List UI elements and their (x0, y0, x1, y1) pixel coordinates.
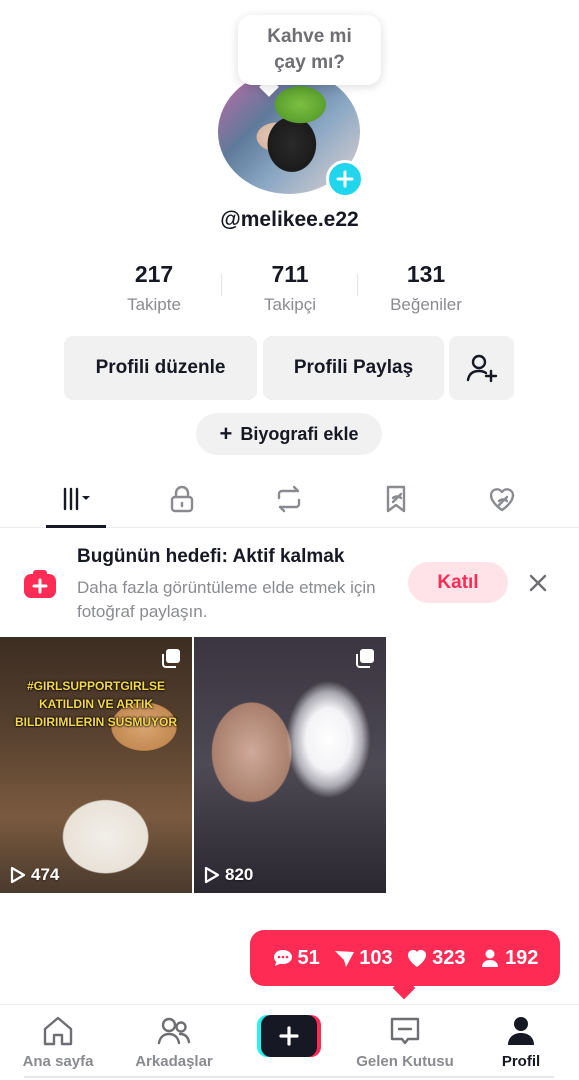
stat-followers[interactable]: 711 Takipçi (222, 258, 358, 322)
inbox-icon (390, 1017, 420, 1045)
tab-videos[interactable] (36, 470, 116, 528)
profile-stats: 217 Takipte 711 Takipçi 131 Beğeniler (86, 258, 494, 322)
nav-profile-label: Profil (501, 1053, 541, 1070)
comment-count: 51 (297, 946, 320, 969)
note-line-2: çay mı? (274, 52, 345, 73)
like-count: 323 (432, 946, 466, 969)
add-avatar-icon[interactable] (326, 160, 364, 198)
video-caption: #GIRLSUPPORTGIRLSE KATILDIN VE ARTIK BIL… (15, 679, 177, 729)
tab-private[interactable] (142, 470, 222, 528)
add-user-icon (466, 354, 497, 383)
repost-icon (277, 485, 301, 513)
plus-icon: + (219, 421, 233, 446)
followers-count: 711 (271, 261, 309, 287)
create-button-face (261, 1015, 317, 1057)
video-views: 820 (202, 865, 253, 885)
photo-carousel-icon (356, 649, 374, 668)
tab-active-indicator (46, 525, 106, 528)
likes-label: Beğeniler (390, 295, 462, 314)
share-count: 103 (359, 946, 393, 969)
follower-count: 192 (505, 946, 539, 969)
play-icon (204, 866, 220, 884)
profile-note-bubble[interactable]: Kahve mi çay mı? (238, 15, 381, 85)
plus-icon (279, 1026, 299, 1046)
nav-home[interactable]: Ana sayfa (0, 1013, 116, 1077)
notif-shares: 103 (333, 946, 393, 970)
video-grid: #GIRLSUPPORTGIRLSE KATILDIN VE ARTIK BIL… (0, 637, 579, 893)
bookmark-hidden-icon (386, 485, 406, 513)
username: @melikee.e22 (220, 208, 359, 231)
tab-liked[interactable] (462, 470, 542, 528)
likes-count: 131 (406, 261, 446, 287)
daily-goal-banner: Bugünün hedefi: Aktif kalmak Daha fazla … (0, 530, 579, 636)
home-icon (43, 1016, 73, 1046)
nav-inbox[interactable]: Gelen Kutusu (347, 1013, 463, 1077)
stat-following[interactable]: 217 Takipte (86, 258, 222, 322)
add-bio-button[interactable]: + Biyografi ekle (196, 413, 382, 455)
stat-likes[interactable]: 131 Beğeniler (358, 258, 494, 322)
followers-label: Takipçi (264, 295, 316, 314)
home-indicator (24, 1076, 554, 1078)
join-goal-button[interactable]: Katıl (408, 562, 508, 603)
following-label: Takipte (127, 295, 181, 314)
view-count: 474 (31, 865, 60, 884)
friends-icon (157, 1017, 191, 1045)
following-count: 217 (134, 261, 174, 287)
camera-plus-icon (24, 570, 56, 598)
profile-tabs (0, 470, 579, 528)
share-profile-button[interactable]: Profili Paylaş (263, 336, 444, 400)
note-line-1: Kahve mi (267, 26, 352, 47)
photo-carousel-icon (162, 649, 180, 668)
videos-grid-icon (63, 487, 90, 511)
nav-profile[interactable]: Profil (463, 1013, 579, 1077)
send-icon (335, 951, 355, 967)
profile-icon (508, 1017, 534, 1045)
add-bio-label: Biyografi ekle (240, 423, 359, 444)
tab-favorites[interactable] (356, 470, 436, 528)
nav-inbox-label: Gelen Kutusu (356, 1053, 454, 1070)
edit-profile-button[interactable]: Profili düzenle (64, 336, 257, 400)
nav-friends[interactable]: Arkadaşlar (116, 1013, 232, 1077)
nav-friends-label: Arkadaşlar (135, 1053, 213, 1070)
lock-icon (170, 485, 194, 513)
goal-description: Daha fazla görüntüleme elde etmek için f… (77, 578, 376, 621)
notif-followers: 192 (479, 947, 538, 970)
create-button[interactable] (257, 1015, 321, 1057)
comment-icon (273, 950, 292, 966)
person-icon (482, 949, 499, 967)
heart-icon (408, 950, 427, 967)
video-thumbnail[interactable]: 820 (194, 637, 386, 893)
profile-avatar-wrapper[interactable] (218, 70, 364, 198)
notif-likes: 323 (406, 946, 466, 970)
bottom-navigation: Ana sayfa Arkadaşlar Gelen Kutusu Profil (0, 1004, 579, 1080)
close-icon[interactable] (525, 570, 551, 596)
liked-hidden-icon (489, 488, 515, 512)
play-icon (10, 866, 26, 884)
add-friend-button[interactable] (449, 336, 514, 400)
goal-title: Bugünün hedefi: Aktif kalmak (77, 546, 345, 567)
nav-home-label: Ana sayfa (22, 1053, 94, 1070)
view-count: 820 (225, 865, 254, 884)
video-views: 474 (8, 865, 59, 885)
notif-comments: 51 (272, 947, 320, 970)
video-thumbnail[interactable]: #GIRLSUPPORTGIRLSE KATILDIN VE ARTIK BIL… (0, 637, 192, 893)
tab-reposts[interactable] (249, 470, 329, 528)
